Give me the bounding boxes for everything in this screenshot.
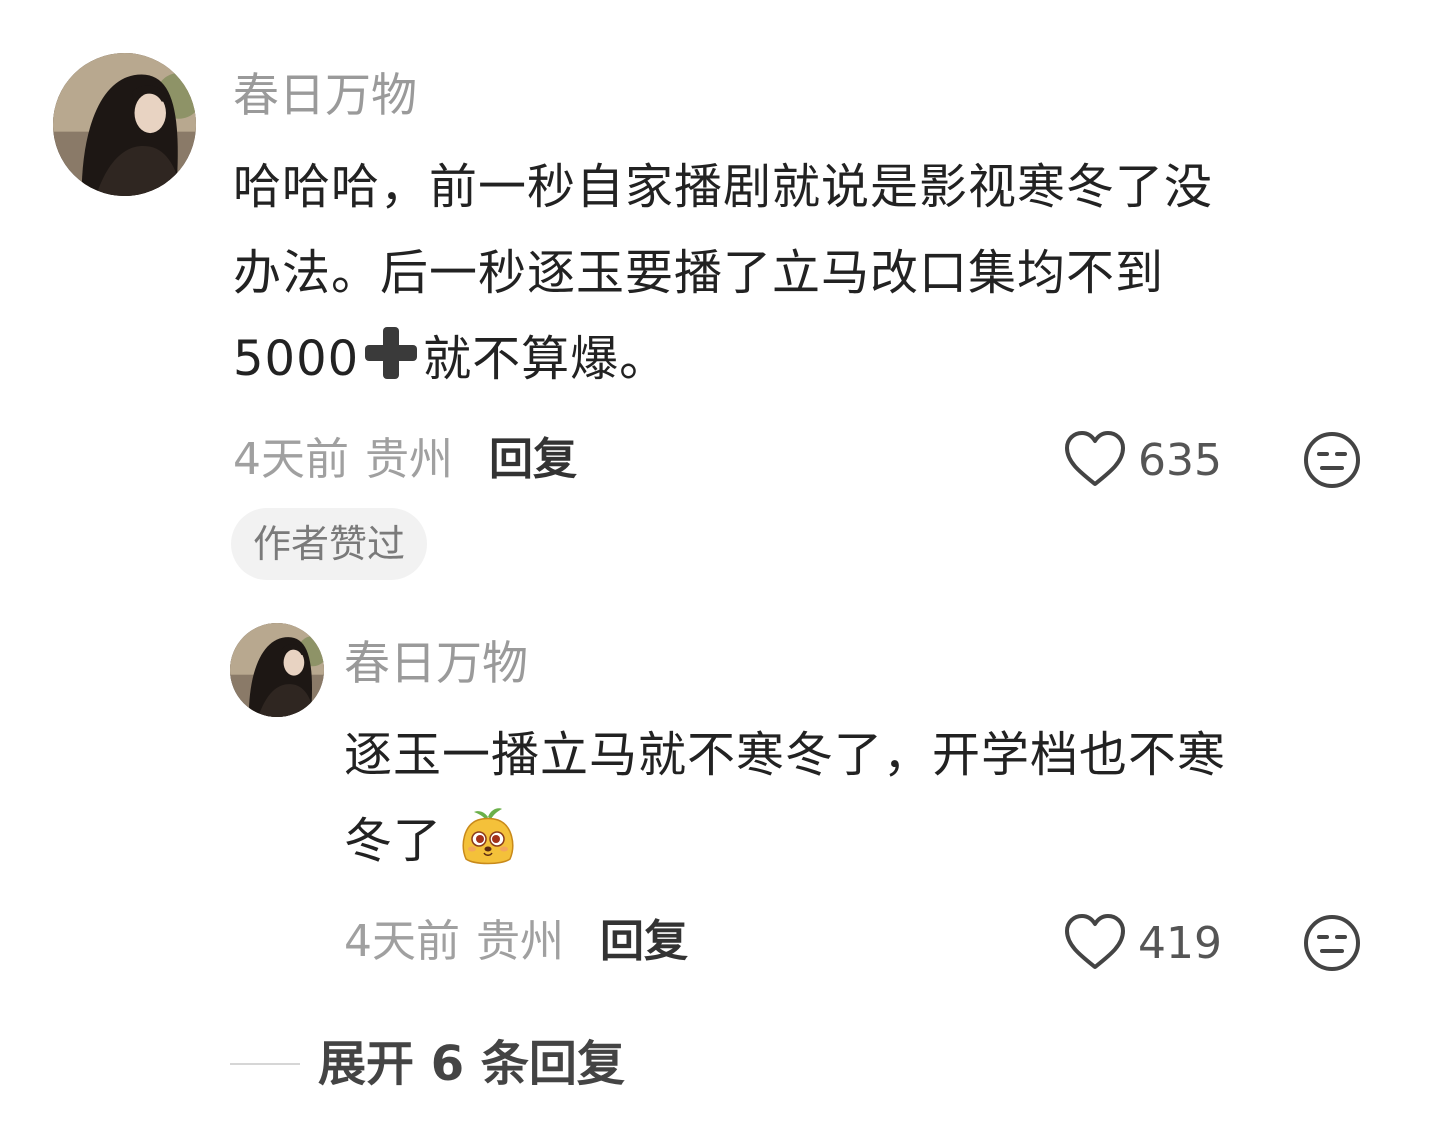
reply-meta: 4天前 贵州 回复 [344, 920, 688, 964]
comment-meta: 4天前 贵州 回复 [233, 438, 577, 482]
reply-username[interactable]: 春日万物 [344, 640, 528, 686]
plus-emoji-icon [359, 321, 423, 412]
comment-text-line-1: 哈哈哈，前一秒自家播剧就说是影视寒冬了没 [233, 159, 1214, 215]
reply-reply-button[interactable]: 回复 [600, 920, 688, 964]
reply-text: 逐玉一播立马就不寒冬了，开学档也不寒 冬了 [344, 712, 1404, 894]
heart-icon [1064, 913, 1126, 975]
reply-like-count: 419 [1138, 918, 1222, 969]
comment-time: 4天前 [233, 434, 349, 485]
comment-reply-button[interactable]: 回复 [489, 438, 577, 482]
expand-divider-line [230, 1063, 300, 1065]
reply-text-line-1: 逐玉一播立马就不寒冬了，开学档也不寒 [344, 727, 1227, 783]
reply-text-line-2-text: 冬了 [344, 813, 443, 869]
comment-text-line-3-suffix: 就不算爆。 [423, 331, 669, 387]
comment-text-line-3-prefix: 5000 [233, 331, 360, 387]
reply-dislike-button[interactable] [1302, 913, 1362, 973]
comment-like-button[interactable]: 635 [1064, 430, 1222, 492]
dog-face-emoji-icon [458, 803, 518, 894]
meh-face-icon [1304, 915, 1360, 971]
reply-avatar[interactable] [230, 623, 324, 717]
comment-text-line-3: 5000 就不算爆。 [233, 316, 1383, 412]
comment-like-count: 635 [1138, 435, 1222, 486]
avatar-photo [230, 623, 324, 717]
comment-avatar[interactable] [53, 53, 196, 196]
heart-icon [1064, 430, 1126, 492]
comment-username[interactable]: 春日万物 [233, 72, 417, 118]
reply-time: 4天前 [344, 916, 460, 967]
comment-text: 哈哈哈，前一秒自家播剧就说是影视寒冬了没 办法。后一秒逐玉要播了立马改口集均不到… [233, 144, 1383, 412]
comment-dislike-button[interactable] [1302, 430, 1362, 490]
expand-replies-button[interactable]: 展开 6 条回复 [230, 1040, 625, 1088]
reply-like-button[interactable]: 419 [1064, 913, 1222, 975]
expand-replies-label: 展开 6 条回复 [318, 1036, 625, 1092]
meh-face-icon [1304, 432, 1360, 488]
reply-location: 贵州 [476, 916, 564, 967]
comment-text-line-2: 办法。后一秒逐玉要播了立马改口集均不到 [233, 245, 1165, 301]
avatar-photo [53, 53, 196, 196]
reply-text-line-2: 冬了 [344, 798, 1404, 894]
author-liked-badge: 作者赞过 [231, 508, 428, 580]
comment-location: 贵州 [365, 434, 453, 485]
